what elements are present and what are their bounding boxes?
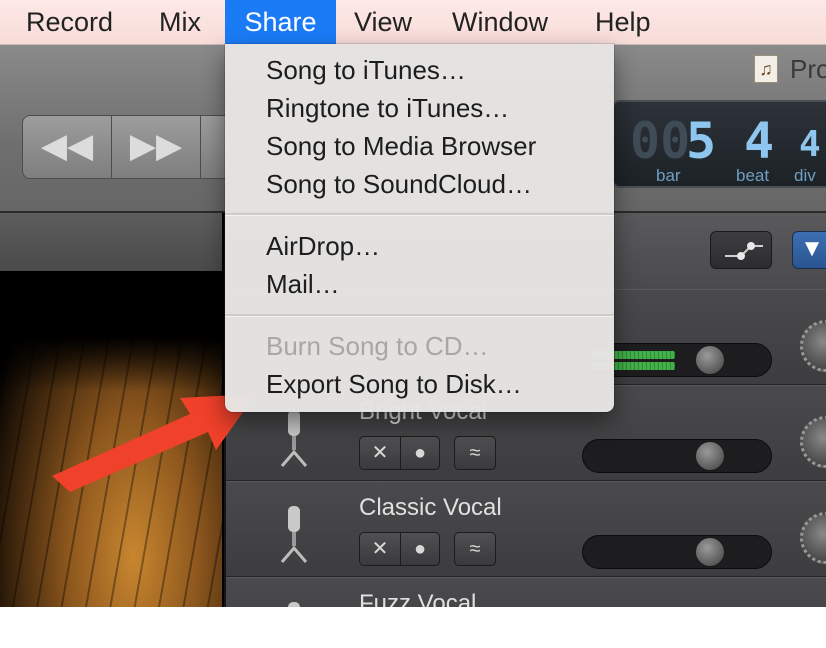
filter-button[interactable]: ▼ xyxy=(792,231,826,269)
volume-slider[interactable] xyxy=(582,439,772,473)
headphones-icon: ● xyxy=(413,538,427,560)
volume-knob[interactable] xyxy=(695,537,725,567)
menu-item-ringtone-to-itunes[interactable]: Ringtone to iTunes… xyxy=(266,90,509,126)
speaker-muted-icon: ✕ xyxy=(371,442,389,464)
garageband-window: Record Mix Share View Window Help ◀◀ ▶▶ … xyxy=(0,0,826,607)
monitor-icon: ≈ xyxy=(469,442,481,464)
microphone-icon xyxy=(288,602,300,607)
lcd-bar-value: 5 xyxy=(686,112,717,170)
speaker-muted-icon: ✕ xyxy=(371,538,389,560)
lcd-display[interactable]: 00 5 4 4 bar beat div xyxy=(612,100,826,188)
lcd-beat-value: 4 xyxy=(744,112,775,170)
track-name: Classic Vocal xyxy=(359,494,502,521)
stage-backdrop xyxy=(0,271,222,391)
menu-item-song-to-itunes[interactable]: Song to iTunes… xyxy=(266,52,466,88)
track-row[interactable]: Classic Vocal ✕ ● ≈ xyxy=(226,481,826,577)
headphones-icon: ● xyxy=(413,442,427,464)
menu-share[interactable]: Share xyxy=(225,0,336,44)
menu-separator xyxy=(225,314,614,317)
input-monitor-button[interactable]: ≈ xyxy=(454,532,496,566)
menu-view[interactable]: View xyxy=(340,0,426,44)
menu-item-export-song-to-disk[interactable]: Export Song to Disk… xyxy=(266,366,522,402)
menu-item-burn-song-to-cd: Burn Song to CD… xyxy=(266,331,489,361)
input-monitor-button[interactable]: ≈ xyxy=(454,436,496,470)
volume-knob[interactable] xyxy=(695,441,725,471)
microphone-icon xyxy=(280,410,308,467)
lcd-dim-digits: 00 xyxy=(630,112,691,170)
pan-knob[interactable] xyxy=(800,320,826,372)
microphone-icon xyxy=(280,506,308,563)
solo-button[interactable]: ● xyxy=(400,436,440,470)
lcd-div-label: div xyxy=(794,166,816,185)
menu-item-song-to-soundcloud[interactable]: Song to SoundCloud… xyxy=(266,166,532,202)
menu-bar: Record Mix Share View Window Help xyxy=(0,0,826,45)
viewer-header xyxy=(0,213,222,272)
pan-knob[interactable] xyxy=(800,512,826,564)
menu-mix[interactable]: Mix xyxy=(145,0,215,44)
menu-window[interactable]: Window xyxy=(438,0,562,44)
menu-record[interactable]: Record xyxy=(12,0,127,44)
mute-button[interactable]: ✕ xyxy=(359,436,401,470)
lcd-div-value: 4 xyxy=(799,124,821,165)
fast-forward-button[interactable]: ▶▶ xyxy=(111,115,201,179)
automation-button[interactable] xyxy=(710,231,772,269)
project-file-icon: ♫ xyxy=(754,55,778,83)
menu-item-song-to-media-browser[interactable]: Song to Media Browser xyxy=(266,128,536,164)
filter-icon: ▼ xyxy=(800,235,824,262)
mute-button[interactable]: ✕ xyxy=(359,532,401,566)
lcd-beat-label: beat xyxy=(736,166,770,185)
menu-separator xyxy=(225,213,614,216)
track-name: Fuzz Vocal xyxy=(359,590,477,607)
solo-button[interactable]: ● xyxy=(400,532,440,566)
project-title: Pro xyxy=(790,54,826,84)
fast-forward-icon: ▶▶ xyxy=(129,127,183,165)
volume-slider[interactable] xyxy=(582,535,772,569)
track-row[interactable]: Fuzz Vocal xyxy=(226,577,826,607)
pan-knob[interactable] xyxy=(800,416,826,468)
rewind-icon: ◀◀ xyxy=(40,127,94,165)
volume-knob[interactable] xyxy=(695,345,725,375)
share-menu-dropdown: Song to iTunes… Ringtone to iTunes… Song… xyxy=(225,44,614,412)
menu-help[interactable]: Help xyxy=(581,0,665,44)
automation-icon xyxy=(725,242,763,260)
menu-item-airdrop[interactable]: AirDrop… xyxy=(266,228,380,264)
lcd-bar-label: bar xyxy=(656,166,681,185)
rewind-button[interactable]: ◀◀ xyxy=(22,115,112,179)
monitor-icon: ≈ xyxy=(469,538,481,560)
menu-item-mail[interactable]: Mail… xyxy=(266,266,340,302)
